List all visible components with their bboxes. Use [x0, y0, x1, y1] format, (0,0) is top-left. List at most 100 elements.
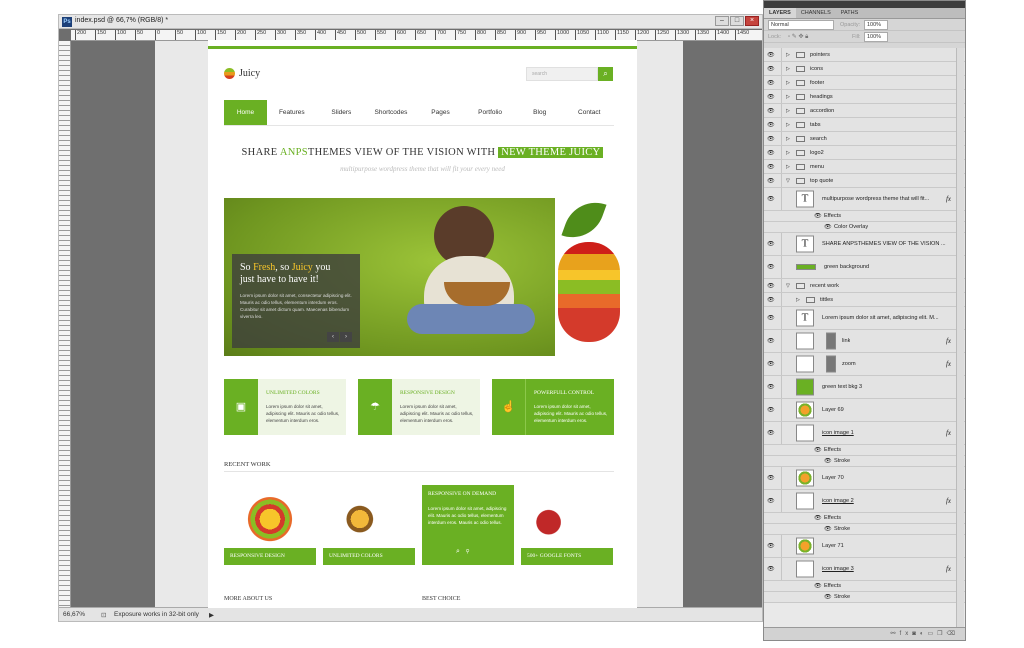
layer-row[interactable]: 👁︎ ▷ pointers — [764, 48, 965, 62]
layer-row[interactable]: 👁︎ ▷ tabs — [764, 118, 965, 132]
fx-badge-icon[interactable]: fx — [946, 565, 951, 573]
layer-row[interactable]: 👁︎ ▷ search — [764, 132, 965, 146]
link-icon[interactable]: ⚲ — [466, 548, 475, 555]
work-item-1[interactable]: RESPONSIVE DESIGN — [224, 485, 316, 565]
site-search-button[interactable]: ⌕ — [598, 67, 613, 81]
new-layer-icon[interactable]: ❐ — [937, 631, 946, 637]
fx-badge-icon[interactable]: fx — [946, 429, 951, 437]
eye-icon[interactable]: 👁︎ — [767, 51, 775, 58]
expand-triangle-icon[interactable]: ▷ — [786, 150, 790, 156]
panel-tab-channels[interactable]: CHANNELS — [796, 8, 836, 18]
work-item-4[interactable]: 500+ GOOGLE FONTS — [521, 485, 613, 565]
feature-box-2[interactable]: ☂ RESPONSIVE DESIGN Lorem ipsum dolor sit … — [358, 379, 480, 435]
eye-icon[interactable]: 👁︎ — [767, 384, 775, 391]
document-titlebar[interactable]: Ps index.psd @ 66,7% (RGB/8) * – □ × — [59, 15, 762, 29]
layer-row[interactable]: 👁︎ Layer 71 — [764, 535, 965, 558]
layers-list[interactable]: 👁︎ ▷ pointers 👁︎ ▷ icons 👁︎ ▷ footer 👁︎ ▷ headings 👁… — [764, 48, 965, 628]
nav-item-portfolio[interactable]: Portfolio — [465, 100, 515, 125]
eye-icon[interactable]: 👁︎ — [767, 338, 775, 345]
effect-eye-icon[interactable]: 👁︎ — [824, 224, 832, 231]
fx-icon[interactable]: fx — [900, 631, 913, 637]
fx-badge-icon[interactable]: fx — [946, 337, 951, 345]
mask-icon[interactable]: ◙ — [912, 631, 920, 637]
layer-row[interactable]: 👁︎ Effects — [764, 445, 965, 456]
link-layers-icon[interactable]: ⚯ — [891, 631, 900, 637]
eye-icon[interactable]: 👁︎ — [767, 135, 775, 142]
nav-item-pages[interactable]: Pages — [416, 100, 466, 125]
effect-eye-icon[interactable]: 👁︎ — [814, 447, 822, 454]
work-item-2[interactable]: UNLIMITED COLORS — [323, 485, 415, 565]
layer-row[interactable]: 👁︎ ▷ headings — [764, 90, 965, 104]
eye-icon[interactable]: 👁︎ — [767, 543, 775, 550]
layer-row[interactable]: 👁︎ T Lorem ipsum dolor sit amet, adipiscin… — [764, 307, 965, 330]
maximize-button[interactable]: □ — [730, 16, 744, 26]
effect-eye-icon[interactable]: 👁︎ — [824, 526, 832, 533]
layer-row[interactable]: 👁︎ T SHARE ANPSTHEMES VIEW OF THE VISION .… — [764, 233, 965, 256]
nav-item-contact[interactable]: Contact — [564, 100, 614, 125]
eye-icon[interactable]: 👁︎ — [767, 475, 775, 482]
fx-badge-icon[interactable]: fx — [946, 195, 951, 203]
expand-triangle-icon[interactable]: ▷ — [786, 136, 790, 142]
nav-item-shortcodes[interactable]: Shortcodes — [366, 100, 416, 125]
nav-item-blog[interactable]: Blog — [515, 100, 565, 125]
expand-triangle-icon[interactable]: ▷ — [786, 66, 790, 72]
opacity-field[interactable]: 100% — [864, 20, 888, 30]
minimize-button[interactable]: – — [715, 16, 729, 26]
layer-row[interactable]: 👁︎ green text bkg 3 — [764, 376, 965, 399]
slider-prev-button[interactable]: ‹ — [327, 332, 339, 342]
eye-icon[interactable]: 👁︎ — [767, 296, 775, 303]
expand-triangle-icon[interactable]: ▷ — [786, 122, 790, 128]
site-search-input[interactable]: search — [526, 67, 598, 81]
eye-icon[interactable]: 👁︎ — [767, 79, 775, 86]
eye-icon[interactable]: 👁︎ — [767, 361, 775, 368]
layer-row[interactable]: 👁︎ ▽ top quote — [764, 174, 965, 188]
eye-icon[interactable]: 👁︎ — [767, 107, 775, 114]
eye-icon[interactable]: 👁︎ — [767, 93, 775, 100]
eye-icon[interactable]: 👁︎ — [767, 163, 775, 170]
eye-icon[interactable]: 👁︎ — [767, 177, 775, 184]
layer-row[interactable]: 👁︎ Color Overlay — [764, 222, 965, 233]
eye-icon[interactable]: 👁︎ — [767, 282, 775, 289]
site-logo-block[interactable]: Juicy — [224, 68, 260, 79]
trash-icon[interactable]: ⌫ — [947, 631, 959, 637]
eye-icon[interactable]: 👁︎ — [767, 315, 775, 322]
panel-tab-paths[interactable]: PATHS — [836, 8, 864, 18]
layer-row[interactable]: 👁︎ ▽ recent work — [764, 279, 965, 293]
new-group-icon[interactable]: ▭ — [927, 631, 937, 637]
slider-next-button[interactable]: › — [340, 332, 352, 342]
layer-row[interactable]: 👁︎ Layer 69 — [764, 399, 965, 422]
fx-badge-icon[interactable]: fx — [946, 360, 951, 368]
expand-triangle-icon[interactable]: ▷ — [796, 297, 800, 303]
eye-icon[interactable]: 👁︎ — [767, 430, 775, 437]
layer-row[interactable]: 👁︎ Stroke — [764, 524, 965, 535]
layer-row[interactable]: 👁︎ ▷ footer — [764, 76, 965, 90]
zoom-icon[interactable]: ⌕ — [456, 548, 466, 555]
layer-row[interactable]: 👁︎ Effects — [764, 581, 965, 592]
work-item-3[interactable]: RESPONSIVE ON DEMAND Lorem ipsum dolor s… — [422, 485, 514, 565]
layers-scrollbar[interactable] — [956, 48, 964, 628]
layer-row[interactable]: 👁︎icon image 2fx▲ — [764, 490, 965, 513]
layer-row[interactable]: 👁︎zoomfx▲ — [764, 353, 965, 376]
layer-row[interactable]: 👁︎ Tmultipurpose wordpress theme that wil… — [764, 188, 965, 211]
vertical-ruler[interactable] — [59, 41, 71, 607]
effect-eye-icon[interactable]: 👁︎ — [814, 583, 822, 590]
layer-row[interactable]: 👁︎icon image 1fx▲ — [764, 422, 965, 445]
eye-icon[interactable]: 👁︎ — [767, 65, 775, 72]
expand-triangle-icon[interactable]: ▷ — [786, 108, 790, 114]
layer-row[interactable]: 👁︎ ▷ logo2 — [764, 146, 965, 160]
effect-eye-icon[interactable]: 👁︎ — [824, 458, 832, 465]
eye-icon[interactable]: 👁︎ — [767, 566, 775, 573]
layer-row[interactable]: 👁︎ ▷ tittles — [764, 293, 965, 307]
fill-field[interactable]: 100% — [864, 32, 888, 42]
eye-icon[interactable]: 👁︎ — [767, 241, 775, 248]
eye-icon[interactable]: 👁︎ — [767, 196, 775, 203]
effect-eye-icon[interactable]: 👁︎ — [824, 594, 832, 601]
panel-tab-layers[interactable]: LAYERS — [764, 8, 796, 18]
layer-row[interactable]: 👁︎ ▷ menu — [764, 160, 965, 174]
effect-eye-icon[interactable]: 👁︎ — [814, 515, 822, 522]
panel-header-strip[interactable] — [764, 1, 965, 8]
hero-slider[interactable]: So Fresh, so Juicy you just have to have … — [224, 198, 555, 356]
layer-row[interactable]: 👁︎ Effects — [764, 211, 965, 222]
expand-triangle-icon[interactable]: ▷ — [786, 94, 790, 100]
nav-item-sliders[interactable]: Sliders — [317, 100, 367, 125]
